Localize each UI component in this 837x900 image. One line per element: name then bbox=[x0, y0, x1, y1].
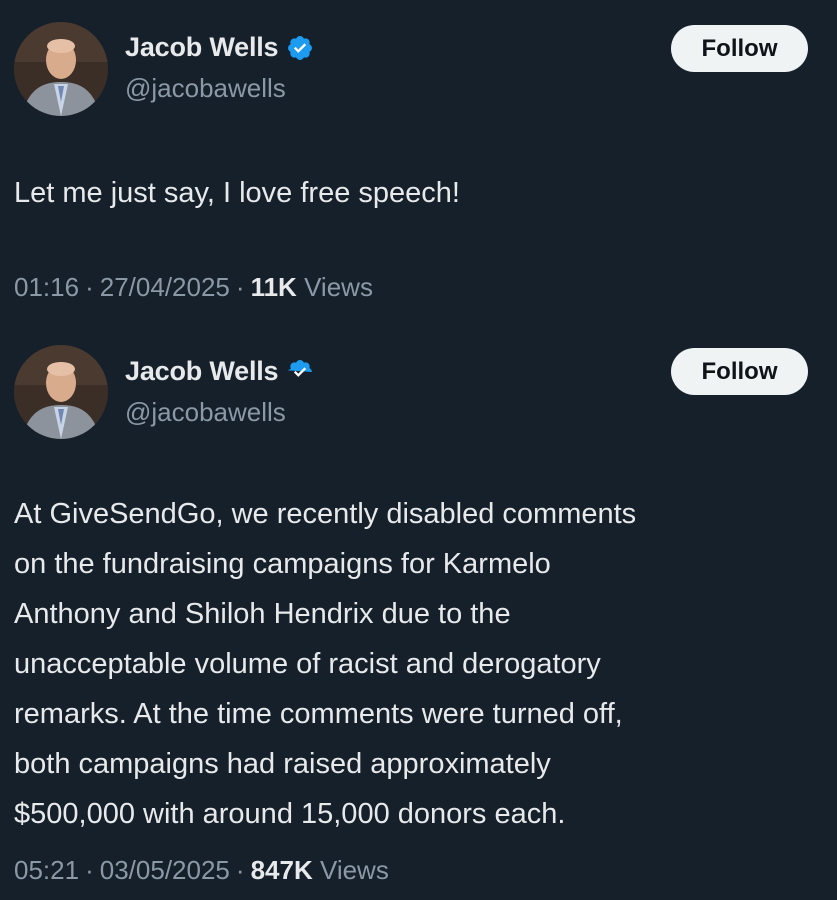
tweet-card[interactable]: Jacob Wells @jacobawells Follow At GiveS… bbox=[0, 322, 837, 900]
tweet-text-line: At GiveSendGo, we recently disabled comm… bbox=[14, 498, 637, 530]
tweet-time[interactable]: 05:21 bbox=[14, 855, 79, 885]
tweet-date[interactable]: 27/04/2025 bbox=[100, 272, 230, 302]
avatar[interactable] bbox=[14, 22, 108, 116]
verified-badge-icon bbox=[288, 35, 313, 60]
separator-dot: · bbox=[85, 855, 94, 885]
author-handle[interactable]: @jacobawells bbox=[125, 73, 286, 104]
views-label: Views bbox=[304, 272, 373, 302]
author-handle[interactable]: @jacobawells bbox=[125, 397, 286, 428]
tweet-text-line: remarks. At the time comments were turne… bbox=[14, 698, 623, 730]
avatar[interactable] bbox=[14, 345, 108, 439]
follow-button[interactable]: Follow bbox=[671, 25, 808, 72]
separator-dot: · bbox=[85, 272, 94, 302]
tweet-text-line: Let me just say, I love free speech! bbox=[14, 177, 460, 209]
tweet-metadata: 01:16 · 27/04/2025 · 11K Views bbox=[14, 272, 373, 303]
author-name-row[interactable]: Jacob Wells bbox=[125, 356, 314, 387]
follow-button[interactable]: Follow bbox=[671, 348, 808, 395]
separator-dot: · bbox=[235, 272, 245, 302]
tweet-text: At GiveSendGo, we recently disabled comm… bbox=[14, 489, 814, 839]
tweet-metadata: 05:21 · 03/05/2025 · 847K Views bbox=[14, 855, 389, 886]
tweet-text-line: Anthony and Shiloh Hendrix due to the bbox=[14, 598, 511, 630]
verified-badge-icon bbox=[288, 359, 313, 377]
author-name-row[interactable]: Jacob Wells bbox=[125, 32, 314, 63]
separator-dot: · bbox=[235, 855, 245, 885]
tweet-text-line: unacceptable volume of racist and deroga… bbox=[14, 648, 601, 680]
views-label: Views bbox=[319, 855, 389, 885]
tweet-text-line: both campaigns had raised approximately bbox=[14, 748, 551, 780]
tweet-text-line: $500,000 with around 15,000 donors each. bbox=[14, 798, 566, 830]
author-name[interactable]: Jacob Wells bbox=[125, 32, 279, 63]
tweet-text-line: on the fundraising campaigns for Karmelo bbox=[14, 548, 551, 580]
views-count: 847K bbox=[250, 855, 313, 885]
tweet-date[interactable]: 03/05/2025 bbox=[100, 855, 230, 885]
tweet-card[interactable]: Jacob Wells @jacobawells Follow Let me j… bbox=[0, 0, 837, 322]
views-count: 11K bbox=[250, 272, 297, 302]
tweet-time[interactable]: 01:16 bbox=[14, 272, 79, 302]
author-name[interactable]: Jacob Wells bbox=[125, 356, 279, 387]
tweet-text: Let me just say, I love free speech! bbox=[14, 168, 814, 218]
